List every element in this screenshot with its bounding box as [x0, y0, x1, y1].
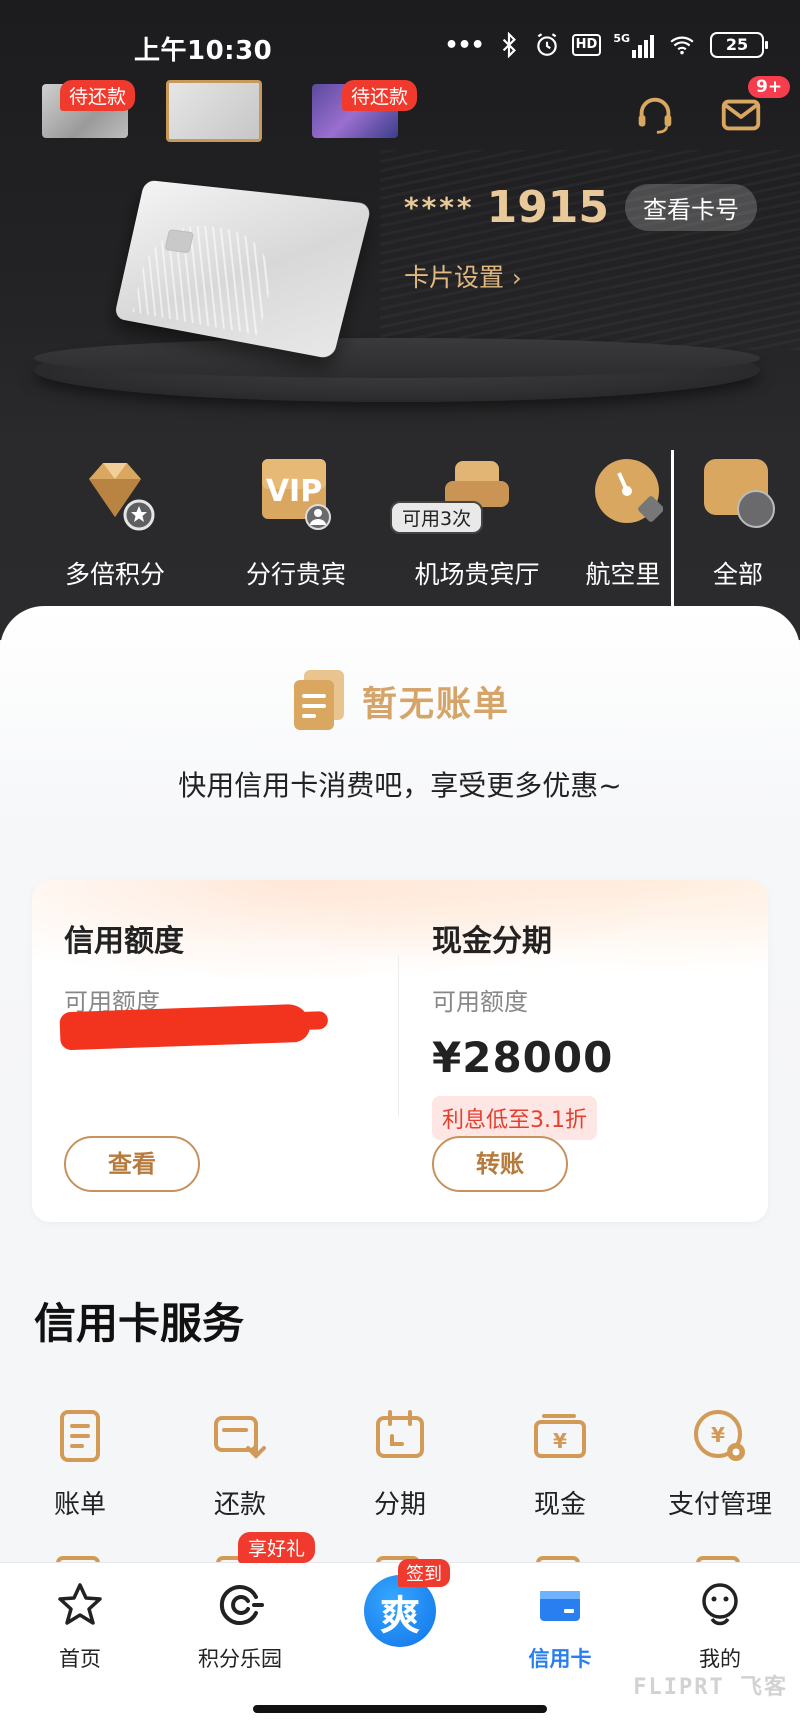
- calendar-icon: [376, 1410, 424, 1458]
- card-settings-label: 卡片设置: [404, 263, 505, 292]
- card-header: 上午10:30 ••• HD 5G 25 待还款 待还款 9+ **** 191…: [0, 0, 800, 640]
- no-bill-title: 暂无账单: [361, 684, 510, 725]
- chip-icon: [164, 229, 195, 254]
- card-thumbnail-selected[interactable]: [166, 80, 262, 142]
- points-icon: [219, 1585, 264, 1625]
- service-installment[interactable]: 分期: [320, 1408, 480, 1521]
- nav-home[interactable]: 首页: [0, 1581, 160, 1673]
- service-bill[interactable]: 账单: [0, 1408, 160, 1521]
- grid-icon: [704, 459, 775, 528]
- credit-card-image[interactable]: [113, 179, 373, 360]
- no-bill-section: 暂无账单 快用信用卡消费吧，享受更多优惠~: [0, 668, 800, 804]
- profile-icon: [702, 1583, 738, 1626]
- cash-amount: ¥28000: [432, 1033, 614, 1082]
- star-icon: [58, 1583, 102, 1625]
- card-number: **** 1915 查看卡号: [404, 182, 758, 233]
- chevron-right-icon: ›: [512, 264, 522, 292]
- perk-label: 航空里: [585, 560, 661, 589]
- service-label: 支付管理: [667, 1490, 772, 1520]
- checkin-icon: 爽: [380, 1593, 420, 1639]
- nav-profile[interactable]: 我的: [640, 1581, 800, 1673]
- bottom-nav: 首页 积分乐园 爽 签到 信用卡 我的 FLIPRT 飞客: [0, 1559, 800, 1733]
- cash-installment-section: 现金分期 可用额度 ¥28000 利息低至3.1折: [432, 916, 613, 1140]
- svg-text:VIP: VIP: [266, 474, 322, 509]
- card-switcher: 待还款 待还款: [0, 80, 800, 146]
- service-label: 还款: [213, 1490, 266, 1520]
- cash-icon: ¥: [534, 1414, 586, 1458]
- status-bar: 上午10:30 ••• HD 5G 25: [0, 28, 800, 68]
- service-repay[interactable]: 还款: [160, 1408, 320, 1521]
- home-indicator[interactable]: [253, 1705, 547, 1713]
- perk-branch-vip[interactable]: VIP 分行贵宾: [211, 455, 381, 591]
- svg-text:¥: ¥: [711, 1423, 725, 1447]
- service-label: 分期: [373, 1490, 426, 1520]
- svg-text:¥: ¥: [553, 1429, 567, 1453]
- perk-label: 全部: [712, 560, 763, 589]
- cash-installment-title: 现金分期: [432, 924, 552, 959]
- due-tag: 待还款: [60, 80, 136, 111]
- document-icon: [293, 670, 344, 730]
- payment-settings-icon: ¥: [694, 1410, 745, 1461]
- perks-row: 多倍积分 VIP 分行贵宾 可用3次 机场贵宾厅 航空里 全部: [0, 455, 800, 589]
- credit-card-icon: [540, 1591, 580, 1621]
- card-number-mask: ****: [404, 191, 475, 224]
- scroll-divider: [671, 450, 674, 606]
- nav-label: 信用卡: [528, 1647, 592, 1671]
- more-dots-icon: •••: [444, 32, 484, 58]
- redaction-mark: [59, 1003, 311, 1051]
- bluetooth-icon: [502, 32, 516, 58]
- repay-icon: [214, 1416, 266, 1459]
- nav-label: 首页: [59, 1647, 101, 1671]
- hd-icon: HD: [571, 34, 602, 56]
- usage-count-tag: 可用3次: [390, 501, 484, 534]
- perk-label: 机场贵宾厅: [414, 560, 540, 589]
- diamond-icon: [89, 463, 155, 531]
- bill-icon: [60, 1410, 100, 1462]
- watermark: FLIPRT 飞客: [633, 1675, 788, 1700]
- divider: [398, 956, 399, 1116]
- wifi-icon: [670, 36, 694, 55]
- perk-all[interactable]: 全部: [688, 455, 788, 591]
- service-cash[interactable]: ¥ 现金: [480, 1408, 640, 1521]
- signal-icon: 5G: [613, 32, 654, 58]
- perk-airport-lounge[interactable]: 可用3次 机场贵宾厅: [390, 455, 562, 591]
- customer-service-icon[interactable]: [632, 92, 678, 138]
- credit-limit-title: 信用额度: [64, 924, 184, 959]
- service-label: 账单: [53, 1490, 106, 1520]
- checkin-tag: 签到: [398, 1559, 450, 1587]
- service-payment-management[interactable]: ¥ 支付管理: [640, 1408, 800, 1521]
- perk-label: 多倍积分: [64, 560, 165, 589]
- service-label: 现金: [533, 1490, 586, 1520]
- message-badge: 9+: [748, 76, 791, 98]
- mail-icon[interactable]: [718, 92, 764, 138]
- gift-tag: 享好礼: [238, 1532, 316, 1563]
- credit-limit-section: 信用额度 可用额度: [64, 916, 184, 1017]
- perk-multi-points[interactable]: 多倍积分: [30, 455, 200, 591]
- status-time: 上午10:30: [134, 36, 273, 66]
- view-limit-button[interactable]: 查看: [64, 1136, 200, 1192]
- services-title: 信用卡服务: [34, 1299, 245, 1348]
- alarm-icon: [536, 33, 557, 56]
- nav-credit-card[interactable]: 信用卡: [480, 1581, 640, 1673]
- available-limit-label: 可用额度: [432, 988, 528, 1016]
- card-last-four: 1915: [486, 182, 610, 233]
- due-tag: 待还款: [342, 80, 418, 111]
- interest-promo-tag: 利息低至3.1折: [432, 1096, 597, 1140]
- limit-card: 信用额度 可用额度 现金分期 可用额度 ¥28000 利息低至3.1折 查看 转…: [32, 880, 768, 1222]
- gauge-icon: [595, 459, 664, 523]
- no-bill-subtitle: 快用信用卡消费吧，享受更多优惠~: [178, 769, 622, 802]
- perk-label: 分行贵宾: [245, 560, 346, 589]
- perk-air-miles[interactable]: 航空里: [573, 455, 673, 591]
- battery-icon: 25: [710, 32, 768, 58]
- view-card-number-button[interactable]: 查看卡号: [625, 184, 758, 231]
- nav-points-park[interactable]: 积分乐园: [160, 1581, 320, 1673]
- card-stage: [34, 338, 760, 402]
- vip-icon: VIP: [262, 459, 331, 530]
- card-settings-link[interactable]: 卡片设置 ›: [404, 258, 522, 294]
- transfer-button[interactable]: 转账: [432, 1136, 568, 1192]
- nav-label: 积分乐园: [198, 1647, 282, 1671]
